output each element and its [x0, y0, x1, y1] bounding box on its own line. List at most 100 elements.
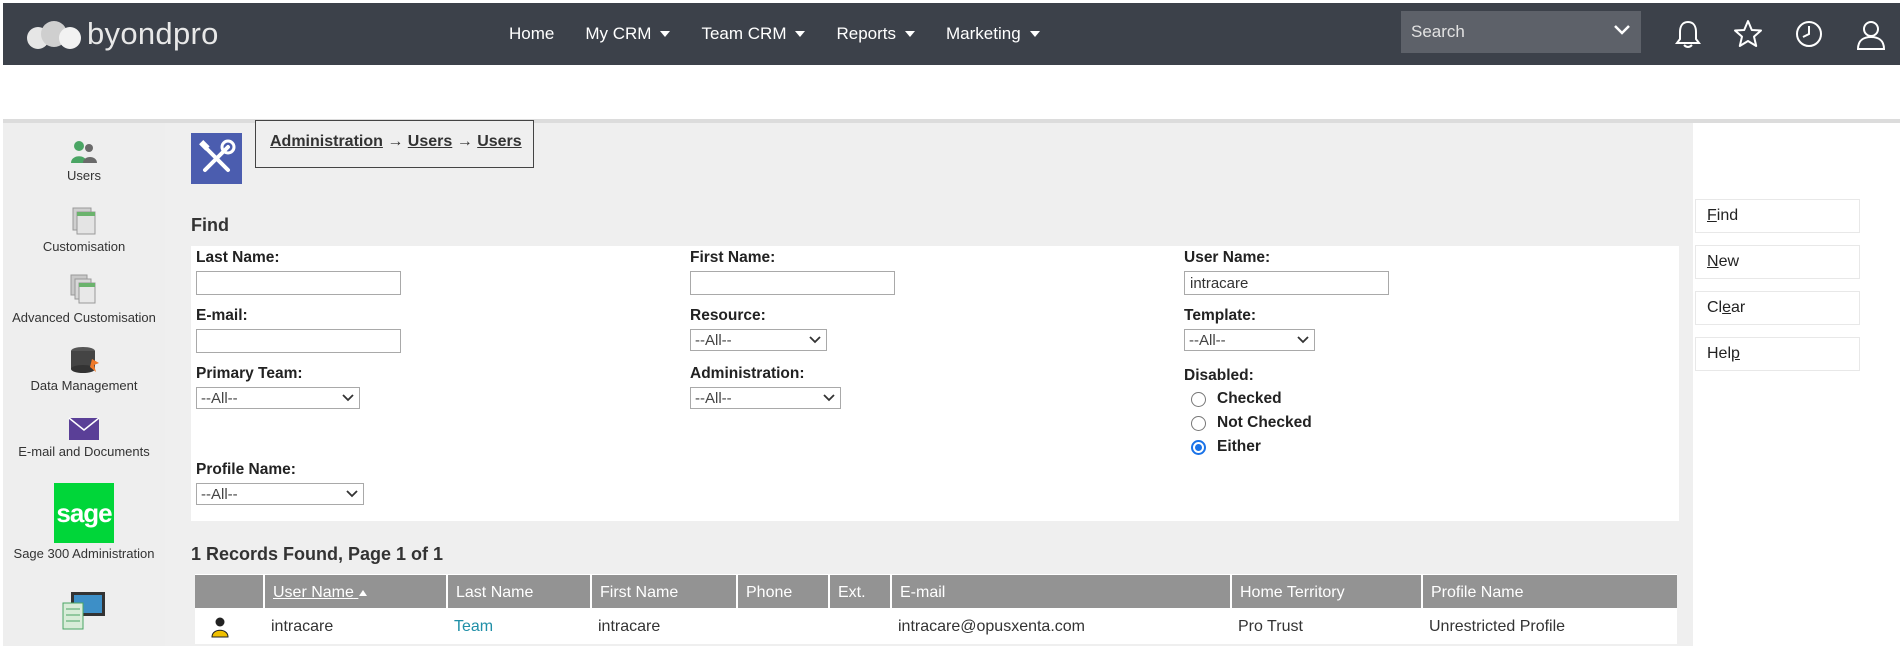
resource-select[interactable]: --All--	[690, 329, 827, 351]
column-header-home-territory[interactable]: Home Territory	[1230, 575, 1421, 608]
chevron-down-icon	[342, 394, 354, 402]
top-navigation-bar: byondpro Home My CRM Team CRM Reports Ma…	[3, 3, 1900, 65]
customisation-icon	[72, 207, 96, 235]
user-row-icon	[195, 608, 263, 644]
chevron-down-icon[interactable]	[1613, 23, 1631, 37]
first-name-input[interactable]	[690, 271, 895, 295]
caret-down-icon	[795, 31, 806, 37]
administration-field: Administration: --All--	[690, 365, 841, 409]
profile-name-selected-value: --All--	[201, 486, 238, 503]
data-management-icon	[71, 347, 99, 373]
nav-reports[interactable]: Reports	[836, 24, 916, 44]
administration-selected-value: --All--	[695, 390, 732, 407]
find-button-label: ind	[1716, 207, 1739, 224]
sage-logo: sage	[54, 483, 114, 543]
chevron-down-icon	[1297, 336, 1309, 344]
find-panel: Last Name: First Name: User Name: E-mail…	[191, 246, 1679, 521]
nav-team-crm[interactable]: Team CRM	[701, 24, 806, 44]
nav-my-crm[interactable]: My CRM	[585, 24, 671, 44]
bell-icon[interactable]	[1674, 19, 1702, 49]
nav-my-crm-label: My CRM	[585, 24, 652, 43]
column-header-profile-name[interactable]: Profile Name	[1421, 575, 1677, 608]
sidebar-item-users[interactable]: Users	[3, 139, 165, 183]
profile-name-select[interactable]: --All--	[196, 483, 364, 505]
search-input[interactable]	[1401, 11, 1601, 53]
resource-field: Resource: --All--	[690, 307, 827, 351]
breadcrumb: Administration → Users → Users	[255, 120, 534, 168]
cell-phone	[736, 608, 828, 644]
clear-button-access-key: e	[1722, 299, 1732, 316]
disabled-option-not-checked[interactable]: Not Checked	[1184, 411, 1312, 435]
table-row[interactable]: intracare Team intracare intracare@opusx…	[195, 608, 1677, 644]
star-icon[interactable]	[1733, 19, 1763, 49]
clear-button-label-end: ar	[1731, 299, 1746, 316]
column-header-phone[interactable]: Phone	[736, 575, 828, 608]
new-button[interactable]: New	[1695, 245, 1860, 279]
nav-marketing[interactable]: Marketing	[946, 24, 1040, 44]
chevron-down-icon	[823, 394, 835, 402]
column-header-last-name[interactable]: Last Name	[446, 575, 590, 608]
sidebar-item-customisation[interactable]: Customisation	[3, 206, 165, 254]
email-input[interactable]	[196, 329, 401, 353]
sidebar-item-label: Advanced Customisation	[12, 310, 156, 325]
radio-label: Not Checked	[1217, 414, 1312, 431]
nav-team-crm-label: Team CRM	[701, 24, 787, 43]
column-header-email[interactable]: E-mail	[890, 575, 1230, 608]
user-person-icon	[211, 617, 229, 638]
profile-name-field: Profile Name: --All--	[196, 461, 364, 505]
action-panel: Find New Clear Help	[1695, 199, 1860, 383]
clear-button-label: Cl	[1707, 299, 1723, 316]
history-clock-icon[interactable]	[1794, 19, 1824, 49]
new-button-access-key: N	[1707, 253, 1719, 270]
radio-button-selected[interactable]	[1191, 439, 1206, 455]
sidebar-item-sage-300-administration[interactable]: sage Sage 300 Administration	[3, 483, 165, 561]
user-name-label: User Name:	[1184, 249, 1271, 266]
nav-home[interactable]: Home	[509, 24, 554, 44]
radio-button[interactable]	[1191, 415, 1206, 431]
user-name-input[interactable]	[1184, 271, 1389, 295]
last-name-label: Last Name:	[196, 249, 280, 266]
disabled-field: Disabled: Checked Not Checked Either	[1184, 367, 1312, 459]
help-button[interactable]: Help	[1695, 337, 1860, 371]
administration-select[interactable]: --All--	[690, 387, 841, 409]
caret-down-icon	[1029, 31, 1040, 37]
column-header-user-name[interactable]: User Name	[263, 575, 446, 608]
cell-last-name-link[interactable]: Team	[446, 608, 590, 644]
sidebar-item-advanced-customisation[interactable]: Advanced Customisation	[3, 273, 165, 325]
brand-logo[interactable]: byondpro	[27, 17, 219, 51]
resource-label: Resource:	[690, 307, 766, 324]
column-header-ext[interactable]: Ext.	[828, 575, 890, 608]
user-profile-icon[interactable]	[1855, 19, 1887, 51]
column-header-first-name[interactable]: First Name	[590, 575, 736, 608]
primary-team-select[interactable]: --All--	[196, 387, 360, 409]
last-name-input[interactable]	[196, 271, 401, 295]
brand-name: byondpro	[87, 16, 219, 51]
primary-team-selected-value: --All--	[201, 390, 238, 407]
template-select[interactable]: --All--	[1184, 329, 1315, 351]
breadcrumb-users[interactable]: Users	[408, 133, 452, 150]
main-content: Administration → Users → Users Find Last…	[165, 120, 1693, 646]
sidebar-item-label: Customisation	[42, 239, 126, 254]
disabled-option-checked[interactable]: Checked	[1184, 387, 1312, 411]
find-button[interactable]: Find	[1695, 199, 1860, 233]
sidebar-item-email-and-documents[interactable]: E-mail and Documents	[3, 417, 165, 459]
results-grid: User Name Last Name First Name Phone Ext…	[195, 574, 1677, 644]
sidebar-item-label: Data Management	[30, 378, 138, 393]
email-label: E-mail:	[196, 307, 248, 324]
admin-sidebar: Users Customisation Advanced Customisati…	[3, 123, 165, 646]
breadcrumb-separator: →	[456, 133, 473, 150]
help-button-label: Hel	[1707, 345, 1732, 362]
administration-tools-icon	[191, 133, 242, 184]
cell-first-name: intracare	[598, 618, 661, 635]
breadcrumb-administration[interactable]: Administration	[270, 133, 383, 150]
breadcrumb-users-current[interactable]: Users	[477, 133, 521, 150]
radio-button[interactable]	[1191, 391, 1206, 407]
email-icon	[68, 417, 100, 440]
last-name-field: Last Name:	[196, 249, 401, 295]
sidebar-item-data-management[interactable]: Data Management	[3, 345, 165, 393]
disabled-option-either[interactable]: Either	[1184, 435, 1312, 459]
primary-team-field: Primary Team: --All--	[196, 365, 360, 409]
clear-button[interactable]: Clear	[1695, 291, 1860, 325]
nav-home-label: Home	[509, 24, 555, 43]
sidebar-item-system[interactable]	[3, 591, 165, 631]
